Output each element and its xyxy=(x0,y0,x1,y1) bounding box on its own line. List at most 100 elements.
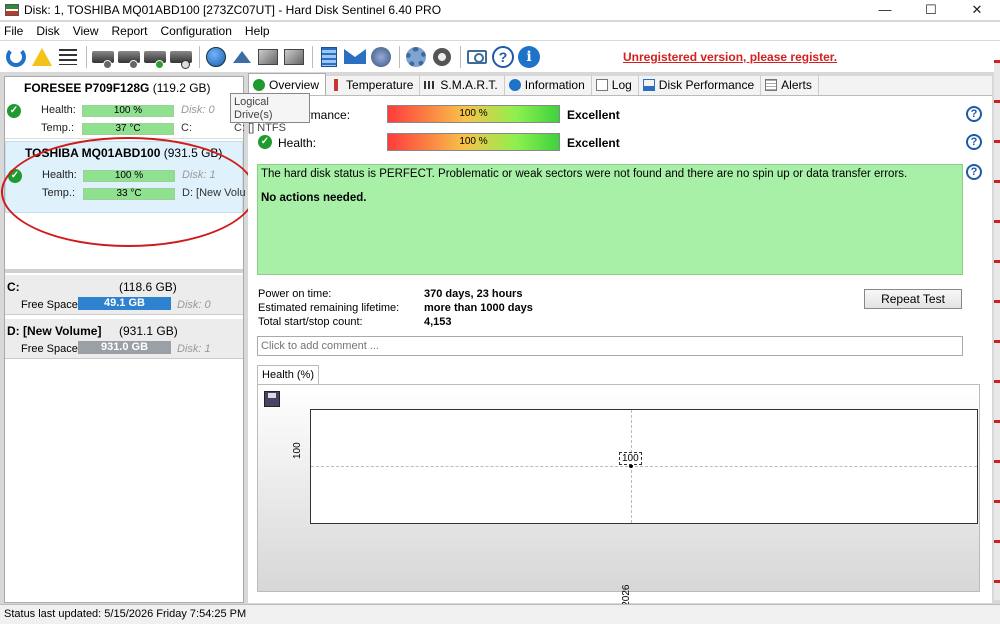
status-text: The hard disk status is PERFECT. Problem… xyxy=(261,168,908,180)
window-title: Disk: 1, TOSHIBA MQ01ABD100 [273ZC07UT] … xyxy=(24,3,442,17)
toolbar: ? i xyxy=(0,41,1000,72)
sound-button[interactable] xyxy=(430,45,454,69)
volume-size: (118.6 GB) xyxy=(119,280,177,294)
check-icon: ✓ xyxy=(258,135,272,149)
eject-button[interactable] xyxy=(230,45,254,69)
tab-bar: Overview Temperature S.M.A.R.T. Informat… xyxy=(248,73,992,96)
health-help-icon[interactable]: ? xyxy=(966,134,982,150)
toolbar-separator xyxy=(199,45,200,68)
help-button[interactable]: ? xyxy=(491,45,515,69)
menu-file[interactable]: File xyxy=(4,24,23,38)
lifetime-value: more than 1000 days xyxy=(424,302,533,314)
health-chart: 100 100 5/15/2026 xyxy=(257,384,980,624)
save-icon[interactable] xyxy=(264,391,280,407)
mail-button[interactable] xyxy=(343,45,367,69)
tab-log[interactable]: Log xyxy=(592,75,639,95)
tab-alerts[interactable]: Alerts xyxy=(761,75,819,95)
disk-card-foresee[interactable]: FORESEE P709F128G (119.2 GB) ✓ Health: 1… xyxy=(5,77,243,139)
disk-button[interactable] xyxy=(91,45,115,69)
close-button[interactable]: ✕ xyxy=(954,0,1000,20)
toolbar-separator xyxy=(86,45,87,68)
list-icon xyxy=(59,48,77,65)
tooltip-line-1: Logical Drive(s) xyxy=(234,96,273,121)
help-icon: ? xyxy=(492,45,514,68)
menu-help[interactable]: Help xyxy=(245,24,270,38)
health-row: ✓ Health: 100 % Excellent xyxy=(256,133,976,153)
disk-card-toshiba[interactable]: TOSHIBA MQ01ABD100 (931.5 GB) ✓ Health: … xyxy=(5,141,246,213)
about-button[interactable]: i xyxy=(517,45,541,69)
plot-area: 100 xyxy=(310,409,978,524)
y-tick-label: 100 xyxy=(292,442,303,459)
volume-ref: C: xyxy=(181,122,192,134)
toolbar-separator xyxy=(312,45,313,68)
external-disk-button[interactable] xyxy=(282,45,306,69)
volume-d[interactable]: D: [New Volume] (931.1 GB) Free Space 93… xyxy=(5,319,243,359)
detail-panel: Overview Temperature S.M.A.R.T. Informat… xyxy=(248,73,992,624)
startstop-value: 4,153 xyxy=(424,316,452,328)
screenshot-icon xyxy=(467,49,487,64)
disk-ref: Disk: 1 xyxy=(177,343,211,355)
menu-configuration[interactable]: Configuration xyxy=(161,24,232,38)
tab-temperature[interactable]: Temperature xyxy=(326,75,421,95)
disk-search-icon xyxy=(170,50,192,69)
disk-ref: Disk: 0 xyxy=(181,104,215,116)
maximize-button[interactable]: ☐ xyxy=(908,0,954,20)
performance-rating: Excellent xyxy=(567,108,620,122)
volume-ref: D: [New Volu xyxy=(182,187,246,199)
menu-report[interactable]: Report xyxy=(111,24,147,38)
tab-overview[interactable]: Overview xyxy=(248,73,327,95)
refresh-icon xyxy=(6,46,26,67)
action-text: No actions needed. xyxy=(261,192,367,204)
disk-search-button[interactable] xyxy=(169,45,193,69)
settings-button[interactable] xyxy=(404,45,428,69)
status-help-icon[interactable]: ? xyxy=(966,164,982,180)
external-disk-icon xyxy=(284,48,304,65)
alerts-icon xyxy=(765,79,778,91)
list-button[interactable] xyxy=(56,45,80,69)
menu-bar: File Disk View Report Configuration Help xyxy=(0,22,1000,40)
toolbar-separator xyxy=(460,45,461,68)
free-space-label: Free Space xyxy=(21,343,78,355)
health-bar: 100 % xyxy=(387,133,560,151)
log-icon xyxy=(595,79,608,91)
disk-name: TOSHIBA MQ01ABD100 (931.5 GB) xyxy=(25,146,223,160)
panel-divider[interactable] xyxy=(5,269,243,273)
refresh-button[interactable] xyxy=(4,45,28,69)
disk-ok-button[interactable] xyxy=(143,45,167,69)
app-icon xyxy=(5,4,19,16)
power-on-label: Power on time: xyxy=(258,288,332,300)
report-button[interactable] xyxy=(317,45,341,69)
network-button[interactable] xyxy=(369,45,393,69)
disk-schedule-icon xyxy=(118,50,140,69)
health-bar: 100 % xyxy=(82,105,174,117)
volume-name: C: xyxy=(7,280,20,294)
performance-help-icon[interactable]: ? xyxy=(966,106,982,122)
tab-smart[interactable]: S.M.A.R.T. xyxy=(420,75,505,95)
free-space-bar: 49.1 GB xyxy=(78,297,171,310)
box-button[interactable] xyxy=(256,45,280,69)
disk-schedule-button[interactable] xyxy=(117,45,141,69)
volume-name: D: [New Volume] xyxy=(7,324,102,338)
temp-label: Temp.: xyxy=(41,122,75,134)
volume-c[interactable]: C: (118.6 GB) Free Space 49.1 GB Disk: 0 xyxy=(5,275,243,315)
menu-view[interactable]: View xyxy=(73,24,99,38)
comment-input[interactable] xyxy=(257,336,963,356)
tab-disk-performance[interactable]: Disk Performance xyxy=(639,75,762,95)
tab-health-chart[interactable]: Health (%) xyxy=(257,365,319,385)
minimize-button[interactable]: — xyxy=(862,0,908,20)
info-icon: i xyxy=(518,45,540,68)
box-icon xyxy=(258,48,278,65)
repeat-test-button[interactable]: Repeat Test xyxy=(864,289,962,309)
screenshot-button[interactable] xyxy=(465,45,489,69)
register-link[interactable]: Unregistered version, please register. xyxy=(623,50,837,64)
refresh-warning-button[interactable] xyxy=(30,45,54,69)
temp-bar: 37 °C xyxy=(82,123,174,135)
tab-information[interactable]: Information xyxy=(505,75,592,95)
globe-button[interactable] xyxy=(204,45,228,69)
status-message-box: The hard disk status is PERFECT. Problem… xyxy=(257,164,963,275)
temp-bar: 33 °C xyxy=(83,188,175,200)
free-space-bar: 931.0 GB xyxy=(78,341,171,354)
thermometer-icon xyxy=(330,79,343,91)
power-on-value: 370 days, 23 hours xyxy=(424,288,523,300)
menu-disk[interactable]: Disk xyxy=(36,24,59,38)
